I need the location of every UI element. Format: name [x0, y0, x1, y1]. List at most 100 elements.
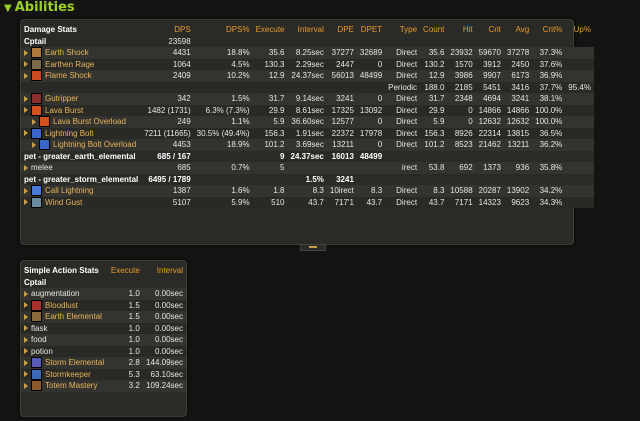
table-resize-handle[interactable] — [300, 244, 326, 251]
table-row[interactable]: Lightning Bolt 7211 (11665) 30.5% (49.4%) 1… — [21, 127, 594, 140]
action-cell[interactable]: Earth Elemental — [21, 311, 108, 323]
expand-triangle-icon[interactable] — [32, 118, 36, 125]
action-name[interactable]: flask — [31, 324, 47, 333]
action-name[interactable]: Storm Elemental — [45, 358, 104, 367]
expand-triangle-icon[interactable] — [24, 107, 28, 114]
table-row[interactable]: Wind Gust 5107 5.9% 510 43.7 717'1 43.7 Direct 4… — [21, 196, 594, 209]
ability-name[interactable]: Earth Shock — [45, 48, 89, 57]
action-cell[interactable]: flask — [21, 323, 108, 335]
action-cell[interactable]: augmentation — [21, 288, 108, 300]
action-name[interactable]: Stormkeeper — [45, 370, 91, 379]
expand-triangle-icon[interactable] — [24, 130, 28, 137]
expand-triangle-icon[interactable] — [24, 49, 28, 56]
action-cell[interactable]: Bloodlust — [21, 299, 108, 312]
table-row[interactable]: Earthen Rage 1064 4.5% 130.3 2.29sec 2447 0 Dir… — [21, 58, 594, 71]
ability-name[interactable]: Flame Shock — [45, 71, 92, 80]
table-row[interactable]: potion 1.0 0.00sec — [21, 345, 186, 358]
expand-triangle-icon[interactable] — [24, 164, 28, 171]
ability-cell[interactable]: Earth Shock — [21, 47, 141, 59]
expand-triangle-icon[interactable] — [24, 313, 28, 320]
table-row[interactable]: Earth Elemental 1.5 0.00sec — [21, 311, 186, 323]
expand-triangle-icon[interactable] — [24, 371, 28, 378]
ability-name[interactable]: Lightning Bolt — [45, 129, 93, 138]
stat-cell: 36.9% — [539, 71, 563, 80]
expand-triangle-icon[interactable] — [24, 199, 28, 206]
column-header[interactable]: Interval — [143, 265, 186, 277]
column-header[interactable]: DPE — [327, 24, 357, 36]
expand-triangle-icon[interactable] — [24, 290, 28, 297]
action-cell[interactable]: Totem Mastery — [21, 380, 108, 392]
pet-row[interactable]: pet - greater_earth_elemental 685 / 167 9 2… — [21, 150, 594, 162]
expand-triangle-icon[interactable] — [32, 141, 36, 148]
table-row[interactable]: Lava Burst 1482 (1731) 6.3% (7.3%) 29.9 8.61… — [21, 104, 594, 117]
action-name[interactable]: Totem Mastery — [45, 381, 97, 390]
expand-triangle-icon[interactable] — [24, 359, 28, 366]
column-header[interactable]: Interval — [288, 24, 327, 36]
action-name[interactable]: food — [31, 335, 47, 344]
ability-name[interactable]: Lava Burst — [45, 106, 83, 115]
column-header[interactable]: DPS — [141, 24, 193, 36]
column-header[interactable]: Crit — [476, 24, 504, 36]
column-header[interactable]: Count — [420, 24, 447, 36]
ability-name[interactable]: Call Lightning — [45, 186, 93, 195]
expand-triangle-icon[interactable] — [24, 348, 28, 355]
action-cell[interactable]: Storm Elemental — [21, 357, 108, 369]
table-row[interactable]: Call Lightning 1387 1.6% 1.8 8.3 10irect 8.3 Di… — [21, 185, 594, 197]
ability-name[interactable]: Earthen Rage — [45, 60, 94, 69]
table-row[interactable]: Earth Shock 4431 18.8% 35.6 8.25sec 37277 3268… — [21, 47, 594, 59]
ability-cell[interactable]: Flame Shock — [21, 70, 141, 82]
table-row[interactable]: Lightning Bolt Overload 4453 18.9% 101.2 3.6… — [21, 139, 594, 151]
ability-name[interactable]: Lightning Bolt Overload — [53, 140, 136, 149]
ability-cell[interactable]: Wind Gust — [21, 196, 141, 209]
expand-triangle-icon[interactable] — [24, 382, 28, 389]
expand-triangle-icon[interactable] — [24, 72, 28, 79]
column-header[interactable]: Up% — [565, 24, 594, 36]
action-cell[interactable]: Stormkeeper — [21, 368, 108, 381]
expand-triangle-icon[interactable] — [24, 325, 28, 332]
table-row[interactable]: Stormkeeper 5.3 63.10sec — [21, 368, 186, 381]
table-row[interactable]: Bloodlust 1.5 0.00sec — [21, 299, 186, 312]
ability-cell[interactable]: Lightning Bolt Overload — [21, 139, 141, 151]
table-row[interactable]: flask 1.0 0.00sec — [21, 322, 186, 335]
action-cell[interactable]: potion — [21, 346, 108, 358]
interval-cell: 0.00sec — [154, 335, 183, 344]
ability-cell[interactable]: Earthen Rage — [21, 58, 141, 71]
ability-cell[interactable]: Lava Burst — [21, 104, 141, 117]
expand-triangle-icon[interactable] — [24, 336, 28, 343]
ability-cell[interactable]: Lightning Bolt — [21, 127, 141, 140]
table-row[interactable]: Storm Elemental 2.8 144.09sec — [21, 357, 186, 369]
ability-cell[interactable]: Gutripper — [21, 93, 141, 105]
action-name[interactable]: potion — [31, 347, 53, 356]
collapse-triangle-icon[interactable]: ▼ — [4, 3, 12, 14]
ability-name[interactable]: Wind Gust — [45, 198, 82, 207]
column-header[interactable]: Crit% — [532, 24, 565, 36]
expand-triangle-icon[interactable] — [24, 95, 28, 102]
expand-triangle-icon[interactable] — [24, 187, 28, 194]
action-name[interactable]: Earth Elemental — [45, 312, 102, 321]
column-header[interactable]: Hit — [447, 24, 475, 36]
table-row[interactable]: augmentation 1.0 0.00sec — [21, 288, 186, 300]
table-row[interactable]: food 1.0 0.00sec — [21, 334, 186, 346]
ability-cell[interactable]: Call Lightning — [21, 185, 141, 197]
table-row[interactable]: Totem Mastery 3.2 109.24sec — [21, 380, 186, 392]
action-name[interactable]: augmentation — [31, 289, 79, 298]
column-header[interactable]: Execute — [108, 265, 143, 277]
table-row[interactable]: melee 685 0.7% 5 irect 53.8 692 1373 936 35.8% — [21, 162, 594, 174]
column-header[interactable]: DPET — [357, 24, 385, 36]
table-row[interactable]: Lava Burst Overload 249 1.1% 5.9 36.60sec 125… — [21, 116, 594, 128]
column-header[interactable]: Execute — [253, 24, 288, 36]
column-header[interactable]: Avg — [504, 24, 532, 36]
ability-name[interactable]: Gutripper — [45, 94, 78, 103]
column-header[interactable]: Type — [385, 24, 420, 36]
action-cell[interactable]: food — [21, 334, 108, 346]
table-row[interactable]: Gutripper 342 1.5% 31.7 9.14sec 3241 0 Direct 31… — [21, 93, 594, 105]
table-row[interactable]: Flame Shock 2409 10.2% 12.9 24.37sec 56013 484… — [21, 70, 594, 82]
expand-triangle-icon[interactable] — [24, 61, 28, 68]
action-name[interactable]: Bloodlust — [45, 301, 78, 310]
ability-name[interactable]: Lava Burst Overload — [53, 117, 126, 126]
ability-cell[interactable]: Lava Burst Overload — [21, 116, 141, 128]
pet-row[interactable]: pet - greater_storm_elemental 6495 / 1789… — [21, 173, 594, 185]
expand-triangle-icon[interactable] — [24, 302, 28, 309]
column-header[interactable]: DPS% — [194, 24, 253, 36]
section-title[interactable]: ▼ Abilities — [4, 0, 75, 18]
